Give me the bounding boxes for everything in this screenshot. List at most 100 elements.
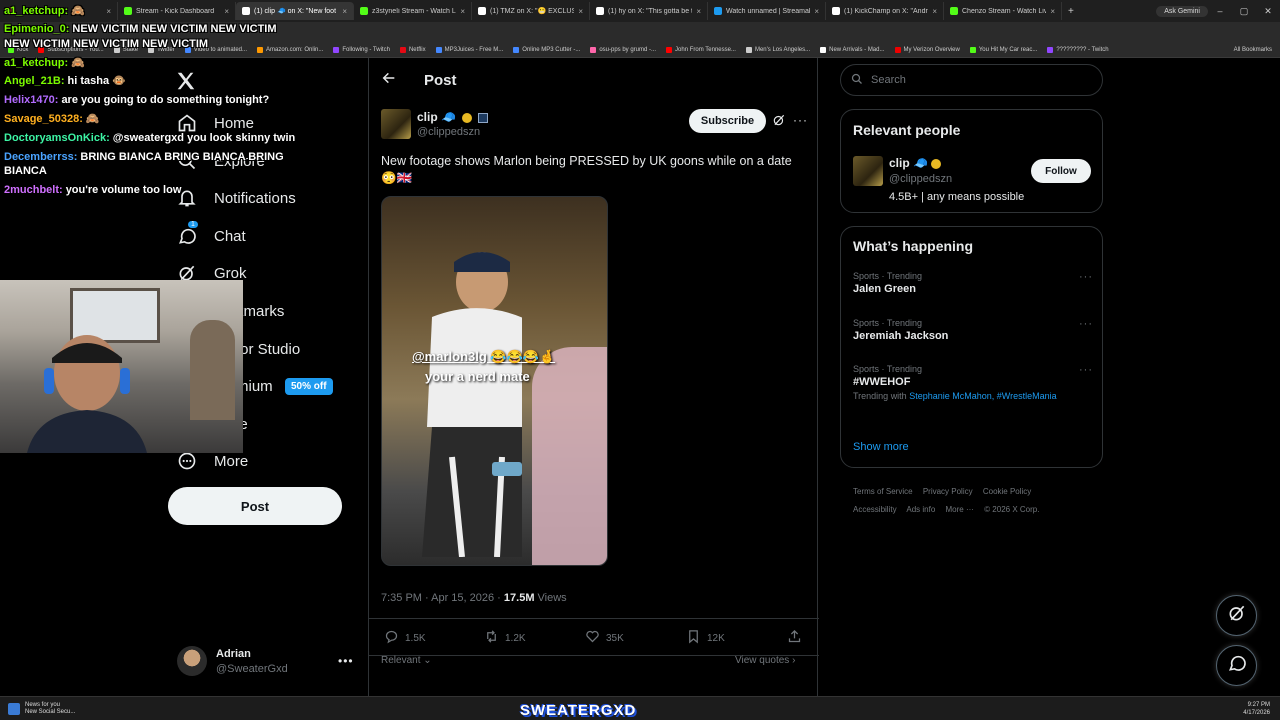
news-widget[interactable]: News for you New Social Secu... (0, 702, 75, 716)
bookmark-item[interactable]: My Verizon Overview (894, 46, 960, 53)
grok-explain-icon[interactable] (772, 113, 786, 132)
trend-context-links[interactable]: Stephanie McMahon, #WrestleMania (909, 391, 1056, 401)
trend-item[interactable]: Sports · Trending Jeremiah Jackson ··· (853, 318, 1093, 342)
video-caption-mention: @marlon3lg 😂😂😂🤞 (412, 349, 556, 364)
tab-close-icon[interactable]: × (814, 7, 819, 16)
search-icon (851, 73, 863, 88)
bookmark-item[interactable]: Online MP3 Cutter -... (513, 46, 580, 53)
more-circle-icon (176, 450, 198, 472)
subscribe-button[interactable]: Subscribe (689, 109, 766, 133)
bookmark-item[interactable]: Following - Twitch (333, 46, 390, 53)
like-button[interactable]: 35K (585, 629, 624, 647)
browser-tab[interactable]: (1) TMZ on X: "😬 EXCLUSIVE: × (472, 2, 590, 20)
author-avatar[interactable] (381, 109, 411, 139)
footer-links: Terms of Service Privacy Policy Cookie P… (853, 483, 1093, 519)
bookmark-item[interactable]: MP3Juices - Free M... (435, 46, 503, 53)
author-name[interactable]: clip 🧢 (417, 110, 488, 124)
account-handle[interactable]: @SweaterGxd (216, 663, 288, 675)
search-input[interactable]: Search (840, 64, 1103, 96)
account-more-button[interactable]: ••• (338, 654, 354, 668)
post-more-icon[interactable]: ··· (793, 113, 808, 127)
tab-close-icon[interactable]: × (932, 7, 937, 16)
follow-button[interactable]: Follow (1031, 159, 1091, 183)
nav-more-label: More (214, 452, 249, 470)
bookmark-label: ????????? - Twitch (1056, 46, 1109, 53)
footer-more-link[interactable]: More ··· (946, 505, 974, 514)
browser-tab[interactable]: Watch unnamed | Streamable × (708, 2, 826, 20)
nav-chat[interactable]: 1 Chat (176, 221, 246, 247)
browser-tab[interactable]: Chenzo Stream - Watch Live on × (944, 2, 1062, 20)
author-name-text: clip 🧢 (417, 110, 456, 124)
ask-gemini-button[interactable]: Ask Gemini (1156, 5, 1208, 17)
messages-fab-button[interactable] (1216, 645, 1257, 686)
browser-tab[interactable]: (1) hy on X: "This gotta be the × (590, 2, 708, 20)
privacy-link[interactable]: Privacy Policy (923, 487, 973, 496)
show-more-link[interactable]: Show more (853, 441, 909, 453)
bookmark-label: Netflix (408, 46, 426, 53)
browser-tab[interactable]: (1) KickChamp on X: "Andr × (826, 2, 944, 20)
tweet-video[interactable]: @marlon3lg 😂😂😂🤞 your a nerd mate (381, 196, 608, 566)
terms-link[interactable]: Terms of Service (853, 487, 913, 496)
chat-message: BIANCA (4, 162, 324, 180)
view-quotes-link[interactable]: View quotes › (735, 655, 795, 666)
chat-message: a1_ketchup: 🙈 (4, 54, 324, 72)
cookie-link[interactable]: Cookie Policy (983, 487, 1031, 496)
bookmark-item[interactable]: New Arrivals - Mad... (820, 46, 885, 53)
bookmark-item[interactable]: ????????? - Twitch (1047, 46, 1109, 53)
minimize-button[interactable]: – (1208, 6, 1232, 16)
ads-info-link[interactable]: Ads info (906, 505, 935, 514)
share-button[interactable] (787, 629, 802, 647)
relevant-person-bio: 4.5B+ | any means possible (889, 191, 1025, 203)
nav-more[interactable]: More (176, 450, 248, 472)
bookmark-item[interactable]: John From Tennesse... (666, 46, 736, 53)
reply-button[interactable]: 1.5K (384, 629, 426, 647)
bookmark-button[interactable]: 12K (686, 629, 725, 647)
reply-sort-label: Relevant (381, 655, 421, 666)
relevant-person-name[interactable]: clip 🧢 (889, 156, 941, 170)
trend-item[interactable]: Sports · Trending Jalen Green ··· (853, 271, 1093, 295)
trend-item[interactable]: Sports · Trending #WWEHOF Trending with … (853, 364, 1093, 402)
back-arrow-icon[interactable] (381, 70, 399, 88)
post-timestamp[interactable]: 7:35 PM · Apr 15, 2026 · (381, 592, 504, 604)
all-bookmarks-button[interactable]: All Bookmarks (1234, 47, 1280, 53)
relevant-person-avatar[interactable] (853, 156, 883, 186)
grok-fab-button[interactable] (1216, 595, 1257, 636)
taskbar-clock[interactable]: 9:27 PM 4/17/2026 (1243, 701, 1280, 717)
bookmark-item[interactable]: You Hit My Car reac... (969, 46, 1037, 53)
author-handle[interactable]: @clippedszn (417, 126, 480, 138)
reply-count: 1.5K (405, 632, 426, 644)
post-button[interactable]: Post (168, 487, 342, 525)
close-window-button[interactable]: ✕ (1256, 6, 1280, 17)
tab-title: (1) hy on X: "This gotta be the (608, 7, 693, 15)
browser-tab[interactable]: z3styneIi Stream - Watch Live o × (354, 2, 472, 20)
tab-close-icon[interactable]: × (460, 7, 465, 16)
bookmark-label: John From Tennesse... (675, 46, 736, 53)
tab-close-icon[interactable]: × (578, 7, 583, 16)
relevant-person-handle[interactable]: @clippedszn (889, 173, 952, 185)
repost-button[interactable]: 1.2K (484, 629, 526, 647)
reply-sort-select[interactable]: Relevant ⌄ (381, 655, 432, 666)
trend-more-icon[interactable]: ··· (1079, 318, 1093, 330)
tweet-text-line-1: New footage shows Marlon being PRESSED b… (381, 154, 792, 168)
trend-context-prefix: Trending with (853, 391, 910, 401)
tab-favicon-icon (596, 7, 604, 15)
account-avatar[interactable] (177, 646, 207, 676)
trend-category: Sports · Trending (853, 364, 923, 374)
relevant-people-card: Relevant people clip 🧢 @clippedszn 4.5B+… (840, 109, 1103, 213)
tab-title: (1) TMZ on X: "😬 EXCLUSIVE: (490, 8, 574, 15)
new-tab-button[interactable]: + (1062, 6, 1080, 17)
accessibility-link[interactable]: Accessibility (853, 505, 897, 514)
tab-close-icon[interactable]: × (342, 7, 347, 16)
account-name[interactable]: Adrian (216, 648, 251, 660)
maximize-button[interactable]: ▢ (1232, 6, 1256, 17)
bookmark-item[interactable]: Men's Los Angeles... (745, 46, 810, 53)
bookmark-favicon-icon (969, 46, 976, 53)
tab-close-icon[interactable]: × (696, 7, 701, 16)
bookmark-item[interactable]: Netflix (399, 46, 426, 53)
trend-more-icon[interactable]: ··· (1079, 271, 1093, 283)
chat-message: Angel_21B: hi tasha 🐵 (4, 72, 324, 90)
bookmark-item[interactable]: osu-pps by grumd -... (590, 46, 656, 53)
video-frame-person (422, 252, 522, 557)
trend-more-icon[interactable]: ··· (1079, 364, 1093, 376)
tab-close-icon[interactable]: × (1050, 7, 1055, 16)
